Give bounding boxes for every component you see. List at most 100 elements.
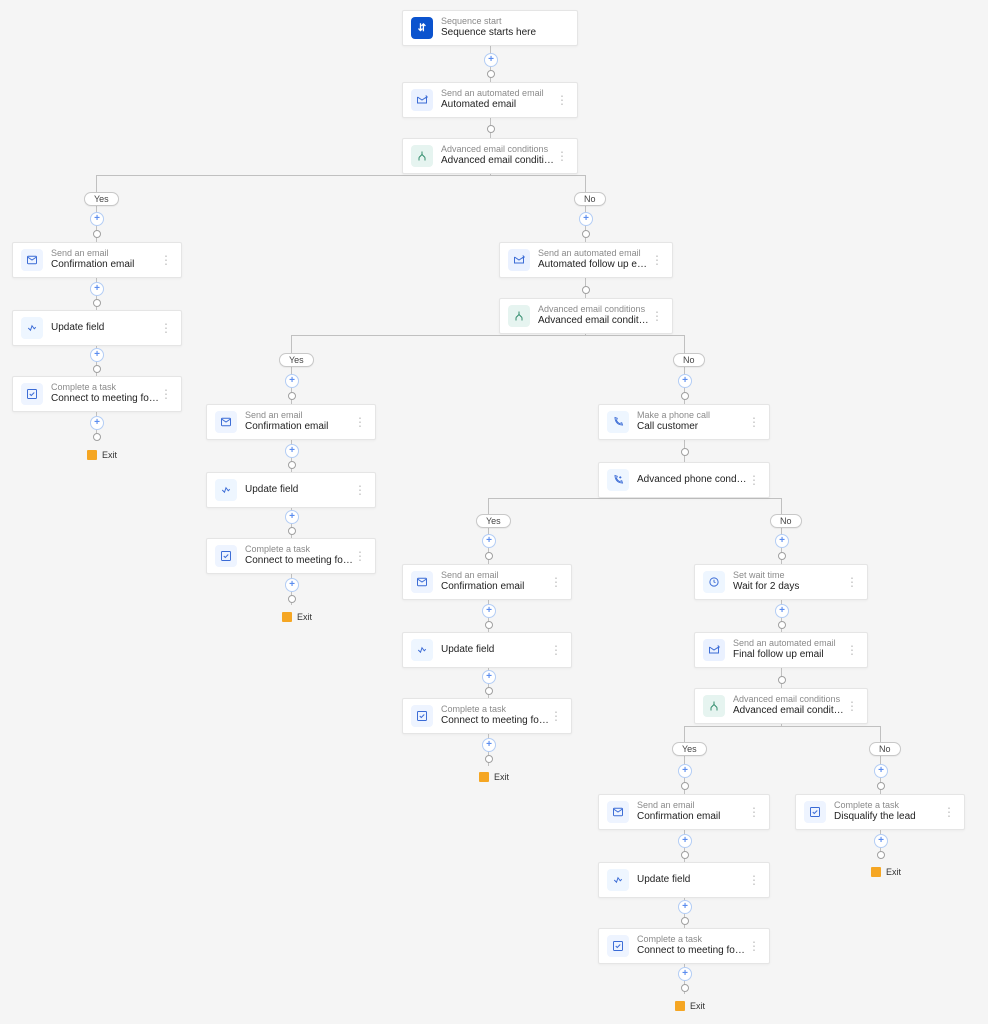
add-step-button[interactable]: +	[775, 604, 789, 618]
more-icon[interactable]: ⋮	[555, 150, 569, 162]
automated-email-node[interactable]: Send an automated email Final follow up …	[694, 632, 868, 668]
node-subtitle: Complete a task	[245, 545, 353, 555]
add-step-button[interactable]: +	[775, 534, 789, 548]
update-field-node[interactable]: Update field ⋮	[12, 310, 182, 346]
more-icon[interactable]: ⋮	[845, 700, 859, 712]
task-node[interactable]: Complete a task Connect to meeting for p…	[402, 698, 572, 734]
node-subtitle: Complete a task	[834, 801, 942, 811]
more-icon[interactable]: ⋮	[942, 806, 956, 818]
automated-email-node[interactable]: Send an automated email Automated follow…	[499, 242, 673, 278]
branch-label-no: No	[770, 514, 802, 528]
update-field-icon	[215, 479, 237, 501]
clock-icon	[703, 571, 725, 593]
add-step-button[interactable]: +	[482, 604, 496, 618]
node-title: Confirmation email	[637, 811, 747, 823]
add-step-button[interactable]: +	[285, 578, 299, 592]
add-step-button[interactable]: +	[90, 282, 104, 296]
phone-condition-node[interactable]: Advanced phone condition ⋮	[598, 462, 770, 498]
node-title: Confirmation email	[441, 581, 549, 593]
node-subtitle: Send an automated email	[538, 249, 650, 259]
add-step-button[interactable]: +	[874, 764, 888, 778]
more-icon[interactable]: ⋮	[747, 806, 761, 818]
connector	[684, 726, 880, 727]
more-icon[interactable]: ⋮	[549, 576, 563, 588]
add-step-button[interactable]: +	[482, 670, 496, 684]
more-icon[interactable]: ⋮	[159, 388, 173, 400]
more-icon[interactable]: ⋮	[159, 254, 173, 266]
more-icon[interactable]: ⋮	[747, 474, 761, 486]
task-node[interactable]: Complete a task Disqualify the lead ⋮	[795, 794, 965, 830]
more-icon[interactable]: ⋮	[650, 254, 664, 266]
node-title: Advanced email conditions	[538, 315, 650, 327]
more-icon[interactable]: ⋮	[555, 94, 569, 106]
exit-label: Exit	[690, 1001, 705, 1011]
add-step-button[interactable]: +	[482, 534, 496, 548]
more-icon[interactable]: ⋮	[747, 940, 761, 952]
more-icon[interactable]: ⋮	[353, 550, 367, 562]
node-title: Advanced email conditions	[733, 705, 845, 717]
exit-icon	[87, 450, 97, 460]
task-node[interactable]: Complete a task Connect to meeting for p…	[206, 538, 376, 574]
node-title: Automated email	[441, 99, 555, 111]
add-step-button[interactable]: +	[678, 900, 692, 914]
more-icon[interactable]: ⋮	[353, 484, 367, 496]
condition-icon	[411, 145, 433, 167]
node-title: Wait for 2 days	[733, 581, 845, 593]
more-icon[interactable]: ⋮	[353, 416, 367, 428]
send-email-node[interactable]: Send an email Confirmation email ⋮	[206, 404, 376, 440]
add-step-button[interactable]: +	[678, 834, 692, 848]
node-subtitle: Advanced email conditions	[538, 305, 650, 315]
task-node[interactable]: Complete a task Connect to meeting for p…	[12, 376, 182, 412]
email-condition-node[interactable]: Advanced email conditions Advanced email…	[694, 688, 868, 724]
exit-label: Exit	[102, 450, 117, 460]
automated-email-node[interactable]: Send an automated email Automated email …	[402, 82, 578, 118]
connector-dot	[778, 676, 786, 684]
add-step-button[interactable]: +	[484, 53, 498, 67]
connector	[96, 175, 585, 176]
task-icon	[215, 545, 237, 567]
more-icon[interactable]: ⋮	[650, 310, 664, 322]
add-step-button[interactable]: +	[90, 212, 104, 226]
send-email-node[interactable]: Send an email Confirmation email ⋮	[598, 794, 770, 830]
email-icon	[411, 571, 433, 593]
send-email-node[interactable]: Send an email Confirmation email ⋮	[402, 564, 572, 600]
more-icon[interactable]: ⋮	[845, 644, 859, 656]
more-icon[interactable]: ⋮	[747, 416, 761, 428]
task-icon	[607, 935, 629, 957]
send-email-node[interactable]: Send an email Confirmation email ⋮	[12, 242, 182, 278]
add-step-button[interactable]: +	[482, 738, 496, 752]
more-icon[interactable]: ⋮	[845, 576, 859, 588]
add-step-button[interactable]: +	[678, 967, 692, 981]
add-step-button[interactable]: +	[285, 374, 299, 388]
update-field-node[interactable]: Update field ⋮	[206, 472, 376, 508]
node-subtitle: Send an automated email	[441, 89, 555, 99]
add-step-button[interactable]: +	[678, 764, 692, 778]
branch-label-no: No	[869, 742, 901, 756]
update-field-node[interactable]: Update field ⋮	[402, 632, 572, 668]
add-step-button[interactable]: +	[285, 510, 299, 524]
email-condition-node[interactable]: Advanced email conditions Advanced email…	[402, 138, 578, 174]
exit-icon	[675, 1001, 685, 1011]
email-condition-node[interactable]: Advanced email conditions Advanced email…	[499, 298, 673, 334]
more-icon[interactable]: ⋮	[747, 874, 761, 886]
more-icon[interactable]: ⋮	[549, 644, 563, 656]
add-step-button[interactable]: +	[579, 212, 593, 226]
more-icon[interactable]: ⋮	[159, 322, 173, 334]
add-step-button[interactable]: +	[285, 444, 299, 458]
add-step-button[interactable]: +	[90, 348, 104, 362]
task-node[interactable]: Complete a task Connect to meeting for p…	[598, 928, 770, 964]
add-step-button[interactable]: +	[874, 834, 888, 848]
add-step-button[interactable]: +	[678, 374, 692, 388]
update-field-node[interactable]: Update field ⋮	[598, 862, 770, 898]
node-title: Connect to meeting for product demo r…	[245, 555, 353, 567]
phone-call-node[interactable]: Make a phone call Call customer ⋮	[598, 404, 770, 440]
email-icon	[215, 411, 237, 433]
more-icon[interactable]: ⋮	[549, 710, 563, 722]
node-title: Connect to meeting for product demo r…	[441, 715, 549, 727]
task-icon	[411, 705, 433, 727]
connector-dot	[582, 230, 590, 238]
wait-node[interactable]: Set wait time Wait for 2 days ⋮	[694, 564, 868, 600]
add-step-button[interactable]: +	[90, 416, 104, 430]
node-title: Connect to meeting for product demo r…	[637, 945, 747, 957]
sequence-start-node[interactable]: ⇵ Sequence start Sequence starts here	[402, 10, 578, 46]
